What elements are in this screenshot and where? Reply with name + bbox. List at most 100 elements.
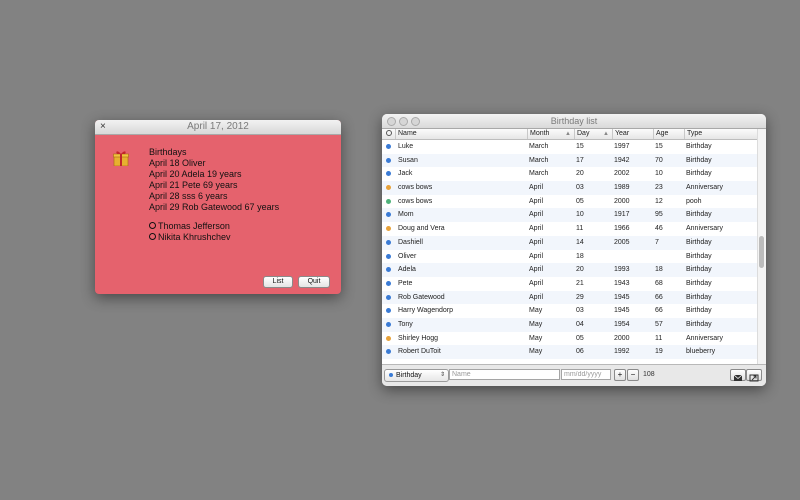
zoom-window-button[interactable] xyxy=(411,117,420,126)
status-dot-icon xyxy=(386,308,391,314)
column-header-year[interactable]: Year xyxy=(612,129,653,139)
status-dot-icon xyxy=(386,335,391,341)
cell-year: 2002 xyxy=(614,170,630,178)
table-row[interactable]: Rob Gatewood April 29 1945 66 Birthday xyxy=(382,290,758,305)
cell-name: Tony xyxy=(398,320,413,328)
cell-name: Mom xyxy=(398,211,414,219)
cell-name: Oliver xyxy=(398,252,417,260)
table-row[interactable]: Shirley Hogg May 05 2000 11 Anniversary xyxy=(382,332,758,346)
cell-type: Birthday xyxy=(686,252,712,260)
column-header-day[interactable]: Day ▲ xyxy=(574,129,612,139)
list-titlebar[interactable]: Birthday list xyxy=(382,114,766,129)
cell-age: 95 xyxy=(655,211,663,219)
column-header-month[interactable]: Month ▲ xyxy=(527,129,574,139)
status-dot-icon xyxy=(386,239,391,245)
cell-type: Birthday xyxy=(686,279,712,287)
cell-age: 7 xyxy=(655,238,659,246)
status-column-header[interactable] xyxy=(382,129,395,139)
column-header-age[interactable]: Age xyxy=(653,129,684,139)
birthday-list-window: Birthday list Name Month ▲ Day ▲ Year Age … xyxy=(382,114,766,386)
cell-type: Anniversary xyxy=(686,225,723,233)
cell-year: 1942 xyxy=(614,156,630,164)
table-row[interactable]: cows bows April 03 1989 23 Anniversary xyxy=(382,181,758,195)
vertical-scrollbar[interactable] xyxy=(757,129,766,364)
table-row[interactable]: Mom April 10 1917 95 Birthday xyxy=(382,208,758,223)
table-row[interactable]: Pete April 21 1943 68 Birthday xyxy=(382,277,758,291)
list-button[interactable]: List xyxy=(263,276,293,288)
status-dot-icon xyxy=(386,144,391,149)
close-icon[interactable]: × xyxy=(100,120,106,134)
cell-type: Birthday xyxy=(686,211,712,219)
cell-day: 20 xyxy=(576,170,584,178)
table-row[interactable]: Robert DuToit May 06 1992 19 blueberry xyxy=(382,345,758,359)
cell-month: March xyxy=(529,143,549,150)
summary-heading: Birthdays xyxy=(149,147,187,157)
status-dot-icon xyxy=(386,280,391,286)
cell-age: 46 xyxy=(655,225,663,233)
table-row[interactable]: Doug and Vera April 11 1966 46 Anniversary xyxy=(382,222,758,236)
cell-day: 03 xyxy=(576,184,584,192)
export-button[interactable] xyxy=(746,369,762,382)
cell-month: April xyxy=(529,266,544,274)
minimize-window-button[interactable] xyxy=(399,117,408,126)
cell-day: 06 xyxy=(576,348,584,356)
cell-year: 2000 xyxy=(614,334,630,342)
chevron-updown-icon: ⇕ xyxy=(439,372,445,378)
table-row[interactable]: Adela April 20 1993 18 Birthday xyxy=(382,263,758,277)
person-item: Thomas Jefferson xyxy=(149,221,231,232)
email-button[interactable] xyxy=(730,369,746,381)
person-item: Nikita Khrushchev xyxy=(149,232,231,243)
cell-age: 66 xyxy=(655,307,663,315)
quit-button[interactable]: Quit xyxy=(298,276,330,288)
table-row[interactable]: Oliver April 18 Birthday xyxy=(382,250,758,264)
table-row[interactable]: Susan March 17 1942 70 Birthday xyxy=(382,153,758,168)
cell-name: Doug and Vera xyxy=(398,225,445,233)
cell-year: 2000 xyxy=(614,197,630,205)
add-button[interactable]: + xyxy=(614,369,626,381)
cell-type: Birthday xyxy=(686,320,712,328)
cell-name: Jack xyxy=(398,170,413,178)
table-row[interactable]: Tony May 04 1954 57 Birthday xyxy=(382,317,758,332)
cell-name: Rob Gatewood xyxy=(398,293,445,301)
cell-year: 1945 xyxy=(614,307,630,315)
cell-day: 10 xyxy=(576,211,584,219)
date-input[interactable] xyxy=(561,369,611,380)
cell-name: Shirley Hogg xyxy=(398,334,439,342)
status-dot-icon xyxy=(386,212,391,218)
status-dot-icon xyxy=(386,198,391,204)
cell-name: cows bows xyxy=(398,197,433,205)
column-header-type[interactable]: Type xyxy=(684,129,758,139)
table-row[interactable]: Luke March 15 1997 15 Birthday xyxy=(382,140,758,154)
cell-year: 1992 xyxy=(614,348,630,356)
name-input[interactable] xyxy=(449,369,560,380)
close-window-button[interactable] xyxy=(387,117,396,126)
status-dot-icon xyxy=(386,185,391,191)
cell-month: March xyxy=(529,170,549,178)
reminder-window: × April 17, 2012 Birthdays April 18 Oliv… xyxy=(95,120,341,294)
column-header-name[interactable]: Name xyxy=(395,129,527,139)
cell-year: 1993 xyxy=(614,266,630,274)
type-select[interactable]: Birthday ⇕ xyxy=(384,369,449,382)
cell-age: 10 xyxy=(655,170,663,178)
table-row[interactable]: Harry Wagendorp May 03 1945 66 Birthday xyxy=(382,304,758,318)
scroll-thumb[interactable] xyxy=(759,236,764,268)
status-dot-icon xyxy=(386,171,391,177)
cell-age: 57 xyxy=(655,320,663,328)
people-list: Thomas Jefferson Nikita Khrushchev xyxy=(149,221,231,243)
table-row[interactable]: Dashiell April 14 2005 7 Birthday xyxy=(382,235,758,250)
cell-day: 03 xyxy=(576,307,584,315)
reminder-titlebar[interactable]: × April 17, 2012 xyxy=(95,120,341,135)
summary-line: April 20 Adela 19 years xyxy=(149,169,242,179)
remove-button[interactable]: − xyxy=(627,369,639,381)
cell-month: April xyxy=(529,252,544,260)
cell-name: cows bows xyxy=(398,184,433,192)
list-title: Birthday list xyxy=(550,116,598,126)
cell-day: 11 xyxy=(576,225,584,233)
cell-name: Harry Wagendorp xyxy=(398,307,453,315)
status-dot-icon xyxy=(386,267,391,273)
birthday-type-icon xyxy=(389,373,393,377)
table-row[interactable]: cows bows April 05 2000 12 pooh xyxy=(382,195,758,209)
table-row[interactable]: Jack March 20 2002 10 Birthday xyxy=(382,167,758,181)
cell-year: 2005 xyxy=(614,238,630,246)
envelope-icon xyxy=(733,374,743,381)
